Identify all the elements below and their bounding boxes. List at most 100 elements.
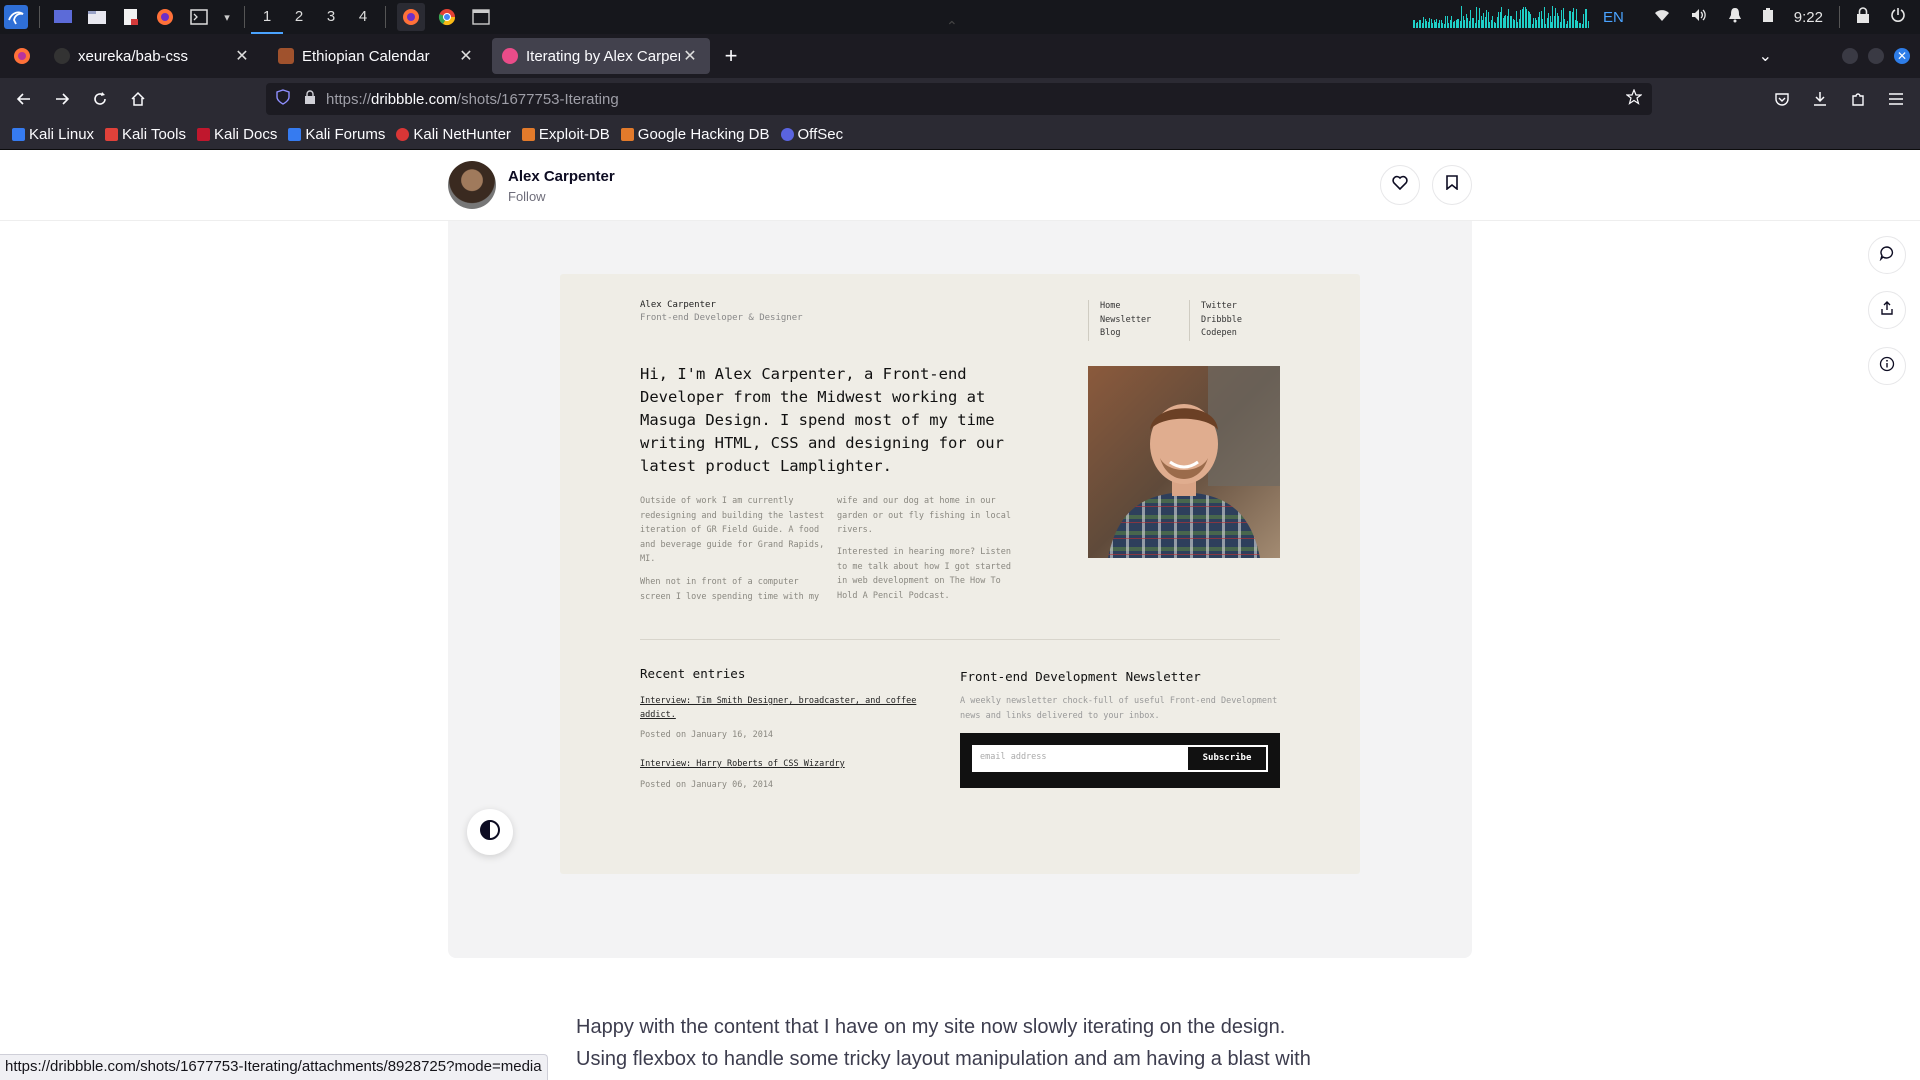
bookmark-label: Kali NetHunter — [413, 126, 511, 143]
battery-icon[interactable] — [1762, 7, 1774, 27]
keyboard-language[interactable]: EN — [1603, 9, 1624, 26]
bookmark-label: Kali Forums — [305, 126, 386, 143]
workspace-3[interactable]: 3 — [315, 0, 347, 34]
minimize-button[interactable] — [1842, 48, 1858, 64]
design-site-name: Alex Carpenter — [640, 300, 716, 310]
tab-github[interactable]: xeureka/bab-css ✕ — [44, 38, 262, 74]
file-manager-icon[interactable] — [85, 5, 109, 29]
home-icon[interactable] — [120, 83, 156, 115]
wifi-icon[interactable] — [1654, 8, 1670, 26]
design-intro: Hi, I'm Alex Carpenter, a Front-end Deve… — [640, 365, 1004, 475]
tracking-shield-icon[interactable] — [276, 88, 290, 110]
text-editor-icon[interactable] — [119, 5, 143, 29]
design-col1-p2: When not in front of a computer screen I… — [640, 577, 820, 602]
kali-tools-icon — [105, 128, 119, 141]
system-panel: ▾ 1 2 3 4 ⌃ EN 9:22 — [0, 0, 1920, 34]
design-col2-p2: Interested in hearing more? Listen to me… — [837, 547, 1011, 601]
bookmarks-toolbar: Kali Linux Kali Tools Kali Docs Kali For… — [0, 120, 1920, 150]
firefox-view-icon[interactable] — [0, 34, 44, 78]
save-button[interactable] — [1432, 165, 1472, 205]
volume-icon[interactable] — [1690, 8, 1708, 26]
power-icon[interactable] — [1890, 7, 1906, 27]
kali-forums-icon — [288, 128, 302, 141]
url-text[interactable]: https://dribbble.com/shots/1677753-Itera… — [326, 91, 619, 108]
shot-image[interactable]: Alex Carpenter Front-end Developer & Des… — [560, 274, 1360, 874]
url-path: /shots/1677753-Iterating — [456, 90, 619, 108]
info-icon — [1879, 356, 1895, 377]
comments-button[interactable] — [1868, 236, 1906, 274]
bookmark-kali-tools[interactable]: Kali Tools — [105, 126, 186, 143]
comment-icon — [1879, 245, 1895, 266]
like-button[interactable] — [1380, 165, 1420, 205]
hamburger-menu-icon[interactable] — [1878, 83, 1914, 115]
contrast-toggle-button[interactable] — [467, 809, 513, 855]
chrome-icon[interactable] — [435, 5, 459, 29]
description-line: Happy with the content that I have on my… — [576, 1016, 1286, 1038]
close-icon[interactable]: ✕ — [680, 46, 700, 66]
follow-link[interactable]: Follow — [508, 189, 546, 204]
padlock-icon[interactable] — [304, 89, 316, 109]
notification-bell-icon[interactable] — [1728, 7, 1742, 27]
list-all-tabs-icon[interactable]: ⌄ — [1759, 46, 1772, 66]
maximize-button[interactable] — [1868, 48, 1884, 64]
details-button[interactable] — [1868, 347, 1906, 385]
dribbble-icon — [502, 48, 518, 64]
bookmark-label: Kali Linux — [29, 126, 95, 143]
bookmark-kali-docs[interactable]: Kali Docs — [196, 126, 277, 143]
terminal-icon[interactable] — [187, 5, 211, 29]
chevron-down-icon[interactable]: ▾ — [221, 5, 233, 29]
network-graph — [1412, 6, 1589, 28]
design-entry-date: Posted on January 06, 2014 — [640, 780, 774, 790]
new-tab-button[interactable]: + — [716, 41, 746, 71]
downloads-icon[interactable] — [1802, 83, 1838, 115]
author-name[interactable]: Alex Carpenter — [508, 168, 615, 185]
bookmark-kali-forums[interactable]: Kali Forums — [288, 126, 385, 143]
tab-dribbble[interactable]: Iterating by Alex Carpenter ✕ — [492, 38, 710, 74]
design-nav-item: Home — [1100, 301, 1121, 311]
workspace-2[interactable]: 2 — [283, 0, 315, 34]
share-button[interactable] — [1868, 291, 1906, 329]
shot-header: Alex Carpenter Follow — [0, 151, 1920, 221]
design-newsletter-heading: Front-end Development Newsletter — [960, 669, 1201, 684]
extensions-icon[interactable] — [1840, 83, 1876, 115]
design-subscribe-button: Subscribe — [1186, 745, 1268, 772]
clock[interactable]: 9:22 — [1794, 9, 1823, 26]
tab-ethiopian-calendar[interactable]: Ethiopian Calendar ✕ — [268, 38, 486, 74]
tab-title: Iterating by Alex Carpenter — [526, 47, 680, 65]
bookmark-star-icon[interactable] — [1625, 87, 1643, 110]
design-nav-primary: Home Newsletter Blog — [1088, 300, 1151, 341]
desktop-icon[interactable] — [51, 5, 75, 29]
ghdb-icon — [620, 128, 634, 141]
bookmark-google-hacking-db[interactable]: Google Hacking DB — [620, 126, 770, 143]
workspace-1[interactable]: 1 — [251, 0, 283, 34]
bookmark-label: Exploit-DB — [538, 126, 610, 143]
address-bar[interactable]: https://dribbble.com/shots/1677753-Itera… — [266, 83, 1652, 115]
bookmark-exploit-db[interactable]: Exploit-DB — [521, 126, 610, 143]
kali-dragon-icon — [12, 128, 25, 141]
close-icon[interactable]: ✕ — [456, 46, 476, 66]
forward-arrow-icon[interactable] — [44, 83, 80, 115]
reload-icon[interactable] — [82, 83, 118, 115]
design-nav-item: Blog — [1100, 328, 1121, 338]
navigation-toolbar: https://dribbble.com/shots/1677753-Itera… — [0, 78, 1920, 120]
design-site-role: Front-end Developer & Designer — [640, 313, 803, 323]
firefox-window-icon[interactable] — [397, 3, 425, 31]
design-subscribe-form: email address Subscribe — [960, 733, 1280, 788]
lock-icon[interactable] — [1856, 7, 1870, 27]
kali-menu-icon[interactable] — [4, 5, 28, 29]
pocket-icon[interactable] — [1764, 83, 1800, 115]
bookmark-kali-linux[interactable]: Kali Linux — [12, 126, 94, 143]
bookmark-icon — [1446, 175, 1458, 195]
workspace-4[interactable]: 4 — [347, 0, 379, 34]
firefox-icon[interactable] — [153, 5, 177, 29]
close-icon[interactable]: ✕ — [232, 46, 252, 66]
window-close-button[interactable]: ✕ — [1894, 48, 1910, 64]
shot-media-frame[interactable]: Alex Carpenter Front-end Developer & Des… — [448, 221, 1472, 958]
github-icon — [54, 48, 70, 64]
avatar[interactable] — [448, 161, 496, 209]
bookmark-offsec[interactable]: OffSec — [780, 126, 843, 143]
back-arrow-icon[interactable] — [6, 83, 42, 115]
window-icon[interactable] — [469, 5, 493, 29]
bookmark-kali-nethunter[interactable]: Kali NetHunter — [396, 126, 511, 143]
design-divider — [640, 639, 1280, 640]
